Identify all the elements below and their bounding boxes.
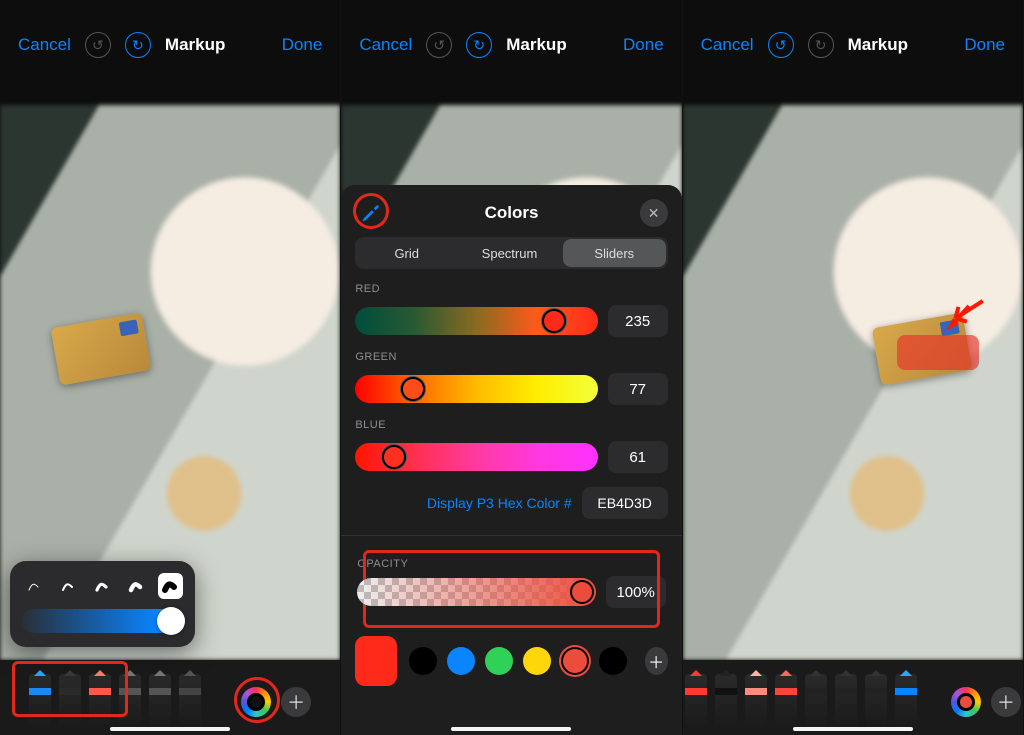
screenshot-panel-3: Cancel ↺ ↻ Markup Done ＋ xyxy=(683,0,1024,735)
cancel-button[interactable]: Cancel xyxy=(359,35,412,55)
cancel-button[interactable]: Cancel xyxy=(701,35,754,55)
nav-bar: Cancel ↺ ↻ Markup Done xyxy=(0,0,340,90)
blue-value[interactable]: 61 xyxy=(608,441,668,473)
tab-sliders[interactable]: Sliders xyxy=(563,239,666,267)
red-value[interactable]: 235 xyxy=(608,305,668,337)
swatch[interactable] xyxy=(409,647,437,675)
tool-pen[interactable] xyxy=(685,674,707,729)
cancel-button[interactable]: Cancel xyxy=(18,35,71,55)
page-title: Markup xyxy=(165,35,225,55)
opacity-slider[interactable] xyxy=(357,578,595,606)
add-tool-button[interactable]: ＋ xyxy=(281,687,311,717)
color-picker-sheet: Colors ✕ Grid Spectrum Sliders RED 235 G… xyxy=(341,185,681,735)
add-swatch-button[interactable]: ＋ xyxy=(645,647,668,675)
green-slider[interactable] xyxy=(355,375,597,403)
blue-slider[interactable] xyxy=(355,443,597,471)
redo-icon[interactable]: ↻ xyxy=(125,32,151,58)
tab-spectrum[interactable]: Spectrum xyxy=(458,237,561,269)
green-value[interactable]: 77 xyxy=(608,373,668,405)
page-title: Markup xyxy=(506,35,566,55)
undo-icon: ↺ xyxy=(426,32,452,58)
add-tool-button[interactable]: ＋ xyxy=(991,687,1021,717)
home-indicator xyxy=(110,727,230,731)
page-title: Markup xyxy=(848,35,908,55)
tool-highlighter[interactable] xyxy=(745,674,767,729)
sheet-title: Colors xyxy=(485,203,539,223)
hex-value[interactable]: EB4D3D xyxy=(582,487,668,519)
done-button[interactable]: Done xyxy=(623,35,664,55)
blue-label: BLUE xyxy=(355,419,667,431)
red-slider[interactable] xyxy=(355,307,597,335)
home-indicator xyxy=(793,727,913,731)
swatch[interactable] xyxy=(447,647,475,675)
hex-label[interactable]: Display P3 Hex Color # xyxy=(427,495,572,511)
slider-knob[interactable] xyxy=(570,580,594,604)
tool-lasso[interactable] xyxy=(149,674,171,729)
undo-icon[interactable]: ↺ xyxy=(768,32,794,58)
tab-grid[interactable]: Grid xyxy=(355,237,458,269)
canvas-image[interactable] xyxy=(683,105,1023,660)
brush-options-popover xyxy=(10,561,195,647)
done-button[interactable]: Done xyxy=(964,35,1005,55)
brush-size-s[interactable] xyxy=(56,573,81,599)
undo-icon: ↺ xyxy=(85,32,111,58)
brush-size-xl[interactable] xyxy=(158,573,183,599)
brush-size-xs[interactable] xyxy=(22,573,47,599)
redo-icon[interactable]: ↻ xyxy=(466,32,492,58)
swatch-row: ＋ xyxy=(355,636,667,686)
tool-crayon[interactable] xyxy=(895,674,917,729)
tool-ruler[interactable] xyxy=(865,674,887,729)
swatch[interactable] xyxy=(599,647,627,675)
home-indicator xyxy=(451,727,571,731)
nav-bar: Cancel ↺ ↻ Markup Done xyxy=(341,0,681,90)
annotation-highlight-tools xyxy=(12,661,128,717)
tool-lasso[interactable] xyxy=(835,674,857,729)
annotation-arrow-icon xyxy=(939,290,985,341)
slider-knob[interactable] xyxy=(157,607,185,635)
redo-icon: ↻ xyxy=(808,32,834,58)
eyedropper-button[interactable] xyxy=(355,197,387,229)
nav-bar: Cancel ↺ ↻ Markup Done xyxy=(683,0,1023,90)
red-label: RED xyxy=(355,283,667,295)
screenshot-panel-1: Cancel ↺ ↻ Markup Done ＋ xyxy=(0,0,341,735)
close-icon[interactable]: ✕ xyxy=(640,199,668,227)
tool-shelf: ＋ xyxy=(683,660,1023,735)
annotation-highlight-eyedropper xyxy=(353,193,389,229)
brush-opacity-slider[interactable] xyxy=(22,609,183,633)
color-picker-button[interactable] xyxy=(951,687,981,717)
tool-eraser[interactable] xyxy=(805,674,827,729)
tool-pencil[interactable] xyxy=(775,674,797,729)
tool-marker[interactable] xyxy=(715,674,737,729)
brush-size-m[interactable] xyxy=(90,573,115,599)
swatch[interactable] xyxy=(485,647,513,675)
brush-size-row xyxy=(22,573,183,599)
current-color-swatch xyxy=(355,636,396,686)
green-label: GREEN xyxy=(355,351,667,363)
swatch[interactable] xyxy=(523,647,551,675)
color-mode-segmented[interactable]: Grid Spectrum Sliders xyxy=(355,237,667,269)
done-button[interactable]: Done xyxy=(282,35,323,55)
swatch[interactable] xyxy=(561,647,589,675)
annotation-highlight-color-ring xyxy=(234,677,280,723)
screenshot-panel-2: Cancel ↺ ↻ Markup Done Colors ✕ Grid Spe… xyxy=(341,0,682,735)
brush-size-l[interactable] xyxy=(124,573,149,599)
tool-ruler[interactable] xyxy=(179,674,201,729)
